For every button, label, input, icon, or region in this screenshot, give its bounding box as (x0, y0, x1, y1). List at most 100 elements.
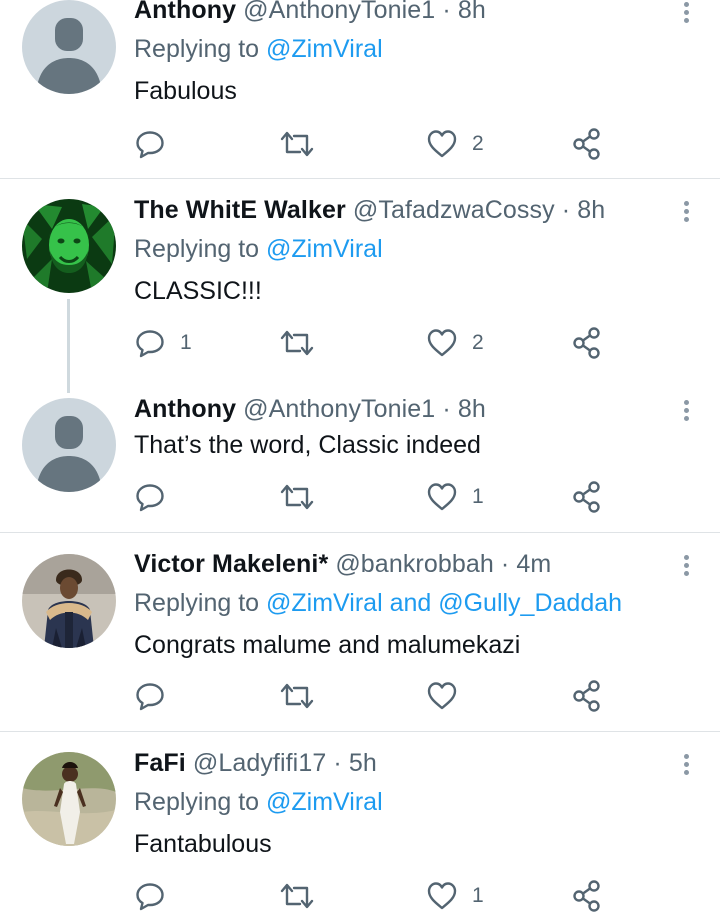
retweet-icon (280, 883, 314, 909)
avatar[interactable] (22, 752, 116, 846)
action-bar: 1 (134, 481, 614, 513)
avatar[interactable] (22, 398, 116, 492)
tweet-text: Fantabulous (134, 830, 272, 858)
replying-to: Replying to @ZimViral (134, 235, 383, 264)
reply-icon (136, 484, 164, 512)
retweet-icon (280, 683, 314, 709)
action-bar: 2 (134, 128, 614, 160)
like-count: 2 (472, 132, 484, 155)
like-button[interactable] (426, 680, 472, 712)
retweet-button[interactable] (280, 128, 314, 160)
user-handle[interactable]: @AnthonyTonie1 (243, 0, 435, 24)
share-icon (573, 880, 600, 912)
display-name[interactable]: Anthony (134, 0, 236, 24)
tweet-header: Victor Makeleni* @bankrobbah · 4m (134, 550, 551, 579)
user-handle[interactable]: @AnthonyTonie1 (243, 395, 435, 423)
like-button[interactable]: 2 (426, 327, 484, 359)
like-button[interactable]: 2 (426, 128, 484, 160)
retweet-icon (280, 131, 314, 157)
separator: · (561, 196, 571, 224)
tweet-text: Fabulous (134, 77, 237, 105)
avatar[interactable] (22, 554, 116, 648)
like-count: 2 (472, 331, 484, 354)
default-avatar-icon (22, 398, 116, 492)
retweet-icon (280, 484, 314, 510)
tweet[interactable]: Anthony @AnthonyTonie1 · 8h That’s the w… (0, 379, 720, 532)
default-avatar-icon (22, 0, 116, 94)
reply-icon (136, 131, 164, 159)
tweet-header: The WhitE Walker @TafadzwaCossy · 8h (134, 196, 605, 225)
more-options-icon[interactable] (676, 0, 696, 28)
retweet-button[interactable] (280, 680, 314, 712)
separator: · (333, 749, 342, 777)
replying-to: Replying to @ZimViral (134, 788, 383, 817)
timestamp[interactable]: 8h (458, 395, 486, 423)
share-button[interactable] (572, 128, 602, 160)
reply-button[interactable] (134, 128, 180, 160)
display-name[interactable]: The WhitE Walker (134, 196, 346, 224)
mention-link[interactable]: @ZimViral (266, 235, 383, 263)
tweet[interactable]: Victor Makeleni* @bankrobbah · 4m Replyi… (0, 533, 720, 731)
user-handle[interactable]: @TafadzwaCossy (353, 196, 555, 224)
more-options-icon[interactable] (676, 199, 696, 227)
tweet-header: Anthony @AnthonyTonie1 · 8h (134, 395, 486, 424)
share-button[interactable] (572, 327, 602, 359)
reply-icon (136, 683, 164, 711)
like-icon (427, 329, 457, 357)
like-icon (427, 483, 457, 511)
more-options-icon[interactable] (676, 752, 696, 780)
replying-to-label: Replying to (134, 589, 260, 617)
share-icon (573, 327, 600, 359)
reply-count: 1 (180, 331, 192, 354)
avatar[interactable] (22, 0, 116, 94)
replying-to-label: Replying to (134, 35, 260, 63)
avatar[interactable] (22, 199, 116, 293)
like-button[interactable]: 1 (426, 880, 484, 912)
tweet-header: Anthony @AnthonyTonie1 · 8h (134, 0, 486, 25)
like-button[interactable]: 1 (426, 481, 484, 513)
retweet-button[interactable] (280, 481, 314, 513)
green-portrait-avatar-icon (22, 199, 116, 293)
tweet-text: CLASSIC!!! (134, 277, 262, 305)
reply-button[interactable] (134, 481, 180, 513)
like-count: 1 (472, 485, 484, 508)
tweet[interactable]: Anthony @AnthonyTonie1 · 8h Replying to … (0, 0, 720, 178)
reply-icon (136, 330, 164, 358)
display-name[interactable]: Anthony (134, 395, 236, 423)
display-name[interactable]: Victor Makeleni* (134, 550, 328, 578)
action-bar: 1 (134, 880, 614, 912)
share-icon (573, 680, 600, 712)
mention-link[interactable]: @ZimViral (266, 35, 383, 63)
timestamp[interactable]: 4m (516, 550, 551, 578)
retweet-button[interactable] (280, 880, 314, 912)
retweet-button[interactable] (280, 327, 314, 359)
timestamp[interactable]: 5h (349, 749, 377, 777)
share-button[interactable] (572, 880, 602, 912)
separator: · (442, 0, 451, 24)
timestamp[interactable]: 8h (577, 196, 605, 224)
replying-to-label: Replying to (134, 235, 260, 263)
reply-button[interactable] (134, 880, 180, 912)
share-icon (573, 481, 600, 513)
tweet-text: That’s the word, Classic indeed (134, 431, 481, 459)
like-icon (427, 130, 457, 158)
timestamp[interactable]: 8h (458, 0, 486, 24)
replying-to: Replying to @ZimViral and @Gully_Daddah (134, 589, 622, 618)
tweet[interactable]: FaFi @Ladyfifi17 · 5h Replying to @ZimVi… (0, 732, 720, 922)
photo-avatar-white-dress-icon (22, 752, 116, 846)
user-handle[interactable]: @Ladyfifi17 (193, 749, 327, 777)
share-button[interactable] (572, 481, 602, 513)
more-options-icon[interactable] (676, 553, 696, 581)
user-handle[interactable]: @bankrobbah (335, 550, 494, 578)
share-button[interactable] (572, 680, 602, 712)
replying-to-label: Replying to (134, 788, 260, 816)
display-name[interactable]: FaFi (134, 749, 186, 777)
retweet-icon (280, 330, 314, 356)
tweet[interactable]: The WhitE Walker @TafadzwaCossy · 8h Rep… (0, 179, 720, 393)
separator: · (442, 395, 451, 423)
mention-link[interactable]: @ZimViral and @Gully_Daddah (266, 589, 622, 617)
more-options-icon[interactable] (676, 398, 696, 426)
mention-link[interactable]: @ZimViral (266, 788, 383, 816)
reply-button[interactable] (134, 680, 180, 712)
reply-button[interactable]: 1 (134, 327, 192, 359)
